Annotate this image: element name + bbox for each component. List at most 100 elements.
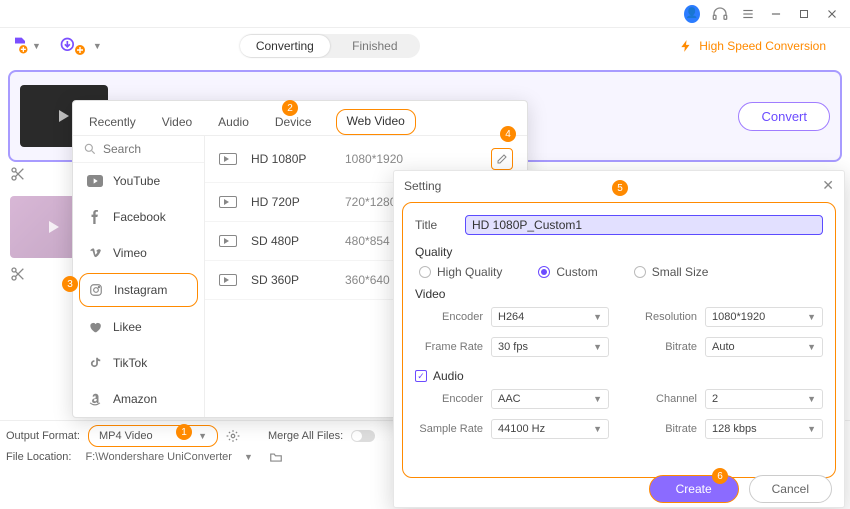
chevron-down-icon: ▼ — [807, 342, 816, 352]
resolution-label: HD 720P — [251, 195, 331, 209]
title-label: Title — [415, 218, 455, 232]
cancel-button[interactable]: Cancel — [749, 475, 832, 503]
tab-recently[interactable]: Recently — [87, 109, 138, 135]
merge-label: Merge All Files: — [268, 430, 343, 442]
quality-heading: Quality — [415, 245, 823, 259]
scissors-icon[interactable] — [10, 266, 26, 282]
likee-icon — [87, 319, 103, 335]
platform-facebook[interactable]: Facebook — [73, 199, 204, 235]
resolution-dim: 480*854 — [345, 234, 390, 248]
platform-youtube[interactable]: YouTube — [73, 163, 204, 199]
audio-samplerate-select[interactable]: 44100 Hz▼ — [491, 419, 609, 439]
video-heading: Video — [415, 287, 823, 301]
close-icon[interactable] — [824, 6, 840, 22]
high-speed-button[interactable]: High Speed Conversion — [665, 36, 840, 56]
badge-2: 2 — [282, 100, 298, 116]
quality-high[interactable]: High Quality — [419, 265, 502, 279]
badge-5: 5 — [612, 180, 628, 196]
chevron-down-icon: ▼ — [593, 394, 602, 404]
video-file-icon — [219, 274, 237, 286]
status-segment[interactable]: Converting Finished — [240, 34, 420, 58]
output-format-label: Output Format: — [6, 430, 80, 442]
quality-radio-group: High Quality Custom Small Size — [415, 265, 823, 279]
resolution-dim: 360*640 — [345, 273, 390, 287]
platform-amazon[interactable]: Amazon — [73, 381, 204, 417]
avatar[interactable]: 👤 — [684, 6, 700, 22]
add-file-button[interactable]: ▼ — [10, 36, 41, 56]
search-input[interactable] — [103, 142, 194, 156]
settings-panel: Setting ✕ Title Quality High Quality Cus… — [393, 170, 845, 508]
download-button[interactable]: ▼ — [59, 36, 102, 56]
tab-video[interactable]: Video — [160, 109, 194, 135]
audio-checkbox[interactable]: ✓ Audio — [415, 369, 823, 383]
output-format-select[interactable]: MP4 Video ▼ — [88, 425, 218, 447]
quality-custom[interactable]: Custom — [538, 265, 597, 279]
chevron-down-icon: ▼ — [807, 312, 816, 322]
platform-label: YouTube — [113, 174, 160, 188]
tiktok-icon — [87, 355, 103, 371]
audio-encoder-select[interactable]: AAC▼ — [491, 389, 609, 409]
quality-small[interactable]: Small Size — [634, 265, 709, 279]
chevron-down-icon: ▼ — [807, 394, 816, 404]
video-resolution-select[interactable]: 1080*1920▼ — [705, 307, 823, 327]
chevron-down-icon: ▼ — [593, 312, 602, 322]
chevron-down-icon: ▼ — [32, 41, 41, 51]
search-row — [73, 136, 204, 163]
merge-toggle[interactable] — [351, 430, 375, 442]
tab-finished[interactable]: Finished — [330, 35, 420, 57]
convert-button[interactable]: Convert — [738, 102, 830, 131]
platform-label: Amazon — [113, 392, 157, 406]
audio-channel-label: Channel — [629, 393, 705, 405]
scissors-icon[interactable] — [10, 166, 26, 182]
gear-icon[interactable] — [226, 429, 240, 443]
platform-label: Instagram — [114, 283, 167, 297]
resolution-label: SD 360P — [251, 273, 331, 287]
badge-6: 6 — [712, 468, 728, 484]
video-framerate-select[interactable]: 30 fps▼ — [491, 337, 609, 357]
instagram-icon — [88, 282, 104, 298]
tab-web-video[interactable]: Web Video — [336, 109, 416, 135]
chevron-down-icon: ▼ — [593, 424, 602, 434]
youtube-icon — [87, 173, 103, 189]
resolution-label: HD 1080P — [251, 152, 331, 166]
video-encoder-select[interactable]: H264▼ — [491, 307, 609, 327]
menu-icon[interactable] — [740, 6, 756, 22]
maximize-icon[interactable] — [796, 6, 812, 22]
video-file-icon — [219, 196, 237, 208]
chevron-down-icon: ▼ — [807, 424, 816, 434]
audio-samplerate-label: Sample Rate — [415, 423, 491, 435]
platform-list: YouTube Facebook Vimeo Instagram Likee T… — [73, 136, 205, 417]
badge-4: 4 — [500, 126, 516, 142]
resolution-dim: 1080*1920 — [345, 152, 403, 166]
platform-label: TikTok — [113, 356, 147, 370]
chevron-down-icon[interactable]: ▼ — [244, 452, 253, 462]
vimeo-icon — [87, 245, 103, 261]
audio-bitrate-select[interactable]: 128 kbps▼ — [705, 419, 823, 439]
badge-3: 3 — [62, 276, 78, 292]
platform-likee[interactable]: Likee — [73, 309, 204, 345]
tab-audio[interactable]: Audio — [216, 109, 251, 135]
resolution-edit-button[interactable] — [491, 148, 513, 170]
platform-tiktok[interactable]: TikTok — [73, 345, 204, 381]
platform-instagram[interactable]: Instagram — [79, 273, 198, 307]
audio-bitrate-label: Bitrate — [629, 423, 705, 435]
high-speed-label: High Speed Conversion — [699, 39, 826, 53]
title-input[interactable] — [465, 215, 823, 235]
audio-heading: Audio — [433, 369, 464, 383]
checkbox-icon: ✓ — [415, 370, 427, 382]
titlebar: 👤 — [0, 0, 850, 28]
minimize-icon[interactable] — [768, 6, 784, 22]
video-framerate-label: Frame Rate — [415, 341, 491, 353]
tab-converting[interactable]: Converting — [240, 35, 330, 57]
folder-icon[interactable] — [269, 451, 283, 463]
video-file-icon — [219, 235, 237, 247]
audio-channel-select[interactable]: 2▼ — [705, 389, 823, 409]
resolution-dim: 720*1280 — [345, 195, 396, 209]
video-bitrate-select[interactable]: Auto▼ — [705, 337, 823, 357]
video-encoder-label: Encoder — [415, 311, 491, 323]
toolbar: ▼ ▼ Converting Finished High Speed Conve… — [0, 28, 850, 64]
headset-icon[interactable] — [712, 6, 728, 22]
close-icon[interactable]: ✕ — [822, 177, 834, 194]
facebook-icon — [87, 209, 103, 225]
platform-vimeo[interactable]: Vimeo — [73, 235, 204, 271]
